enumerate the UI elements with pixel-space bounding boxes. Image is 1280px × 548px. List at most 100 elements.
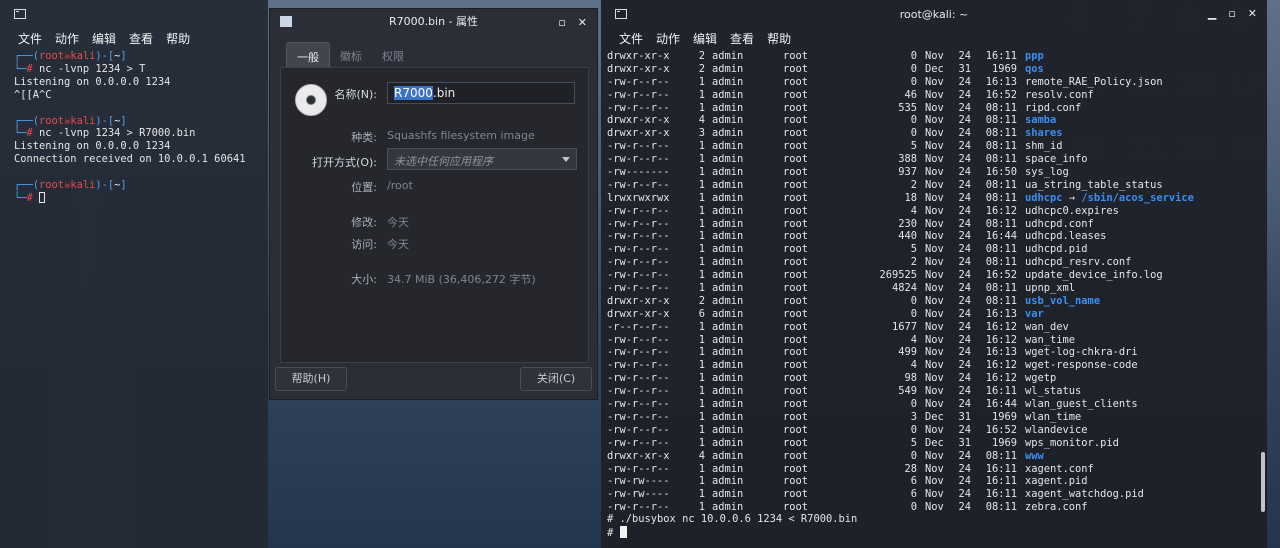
- file-group: root: [783, 307, 809, 320]
- file-owner: admin: [712, 62, 744, 75]
- file-links: 1: [698, 346, 705, 359]
- listing-row: drwxr-xr-x 4 admin root 0 Nov 24 08:11 samba: [607, 114, 1194, 127]
- file-links: 6: [698, 307, 705, 320]
- open-with-select[interactable]: 未选中任何应用程序: [387, 148, 577, 170]
- file-size: 5: [910, 140, 917, 153]
- file-links: 1: [698, 436, 705, 449]
- left-terminal-window[interactable]: 文件 动作 编辑 查看 帮助 ┌──(root☠kali)-[~] └─# nc…: [0, 0, 268, 548]
- file-time: 08:11: [985, 243, 1017, 256]
- file-group: root: [783, 101, 809, 114]
- file-owner: admin: [712, 114, 744, 127]
- dialog-titlebar[interactable]: R7000.bin - 属性 ▫ ✕: [270, 9, 597, 33]
- left-terminal-output[interactable]: ┌──(root☠kali)-[~] └─# nc -lvnp 1234 > T…: [14, 50, 245, 205]
- file-time: 16:13: [985, 307, 1017, 320]
- file-size: 18: [904, 191, 917, 204]
- file-links: 1: [698, 410, 705, 423]
- close-icon[interactable]: ✕: [1248, 7, 1257, 20]
- file-mon: Nov: [925, 127, 944, 140]
- file-name: wlan_guest_clients: [1025, 398, 1138, 411]
- file-links: 1: [698, 217, 705, 230]
- prompt-host: kali: [70, 114, 96, 127]
- right-terminal-window[interactable]: root@kali: ~ ▁ ▫ ✕ 文件 动作 编辑 查看 帮助 drwxr-…: [601, 0, 1267, 548]
- file-perm: -rw-r--r--: [607, 101, 670, 114]
- file-owner: admin: [712, 166, 744, 179]
- location-value: /root: [387, 179, 413, 192]
- listing-row: -rw-r--r-- 1 admin root 0 Nov 24 16:13 remote_RA…: [607, 76, 1194, 89]
- file-time: 08:11: [985, 256, 1017, 269]
- file-time: 16:12: [985, 359, 1017, 372]
- file-owner: admin: [712, 449, 744, 462]
- menu-view[interactable]: 查看: [129, 30, 153, 47]
- command-line-1: nc -lvnp 1234 > T: [39, 62, 146, 75]
- terminal-icon: [14, 9, 26, 19]
- properties-dialog[interactable]: R7000.bin - 属性 ▫ ✕ 一般 徽标 权限 名称(N): R7000…: [269, 8, 598, 400]
- file-links: 1: [698, 282, 705, 295]
- menu-help[interactable]: 帮助: [767, 30, 791, 47]
- file-name-cell: wget-log-chkra-dri: [1017, 346, 1138, 359]
- file-owner: admin: [712, 178, 744, 191]
- file-name: xagent.conf: [1025, 462, 1094, 475]
- minimize-icon[interactable]: ▁: [1208, 7, 1216, 20]
- file-owner: admin: [712, 191, 744, 204]
- file-mon: Nov: [925, 269, 944, 282]
- file-links: 1: [698, 475, 705, 488]
- menu-edit[interactable]: 编辑: [92, 30, 116, 47]
- menu-file[interactable]: 文件: [619, 30, 643, 47]
- file-perm: -rw-r--r--: [607, 140, 670, 153]
- menu-actions[interactable]: 动作: [656, 30, 680, 47]
- file-day: 24: [958, 114, 971, 127]
- file-day: 24: [958, 423, 971, 436]
- menu-file[interactable]: 文件: [18, 30, 42, 47]
- maximize-icon[interactable]: ▫: [558, 16, 565, 29]
- file-name: udhcpc0.expires: [1025, 204, 1119, 217]
- close-button[interactable]: 关闭(C): [520, 367, 592, 391]
- file-name: wlandevice: [1025, 423, 1088, 436]
- file-name-cell: www: [1017, 450, 1044, 463]
- file-links: 1: [698, 88, 705, 101]
- maximize-icon[interactable]: ▫: [1228, 7, 1235, 20]
- file-mon: Nov: [925, 333, 944, 346]
- prompt-user: root: [39, 179, 65, 192]
- listing-row: -rw-r--r-- 1 admin root 230 Nov 24 08:11 udhcpd.…: [607, 218, 1194, 231]
- file-links: 1: [698, 153, 705, 166]
- file-owner: admin: [712, 230, 744, 243]
- file-group: root: [783, 75, 809, 88]
- listing-row: -rw-r--r-- 1 admin root 4 Nov 24 16:12 wget-resp…: [607, 359, 1194, 372]
- file-mon: Nov: [925, 449, 944, 462]
- file-perm: drwxr-xr-x: [607, 449, 670, 462]
- file-mon: Nov: [925, 217, 944, 230]
- file-mon: Nov: [925, 191, 944, 204]
- menu-edit[interactable]: 编辑: [693, 30, 717, 47]
- menu-view[interactable]: 查看: [730, 30, 754, 47]
- file-day: 24: [958, 307, 971, 320]
- scrollbar[interactable]: [1261, 452, 1265, 512]
- right-terminal-titlebar[interactable]: root@kali: ~ ▁ ▫ ✕: [601, 0, 1267, 28]
- file-perm: -rw-r--r--: [607, 153, 670, 166]
- terminal-cursor: [39, 191, 46, 203]
- file-group: root: [783, 333, 809, 346]
- prompt-host: kali: [70, 50, 96, 62]
- file-size: 0: [910, 75, 917, 88]
- name-field[interactable]: R7000.bin: [387, 82, 575, 104]
- file-day: 24: [958, 488, 971, 501]
- file-mon: Nov: [925, 359, 944, 372]
- file-links: 1: [698, 230, 705, 243]
- file-owner: admin: [712, 423, 744, 436]
- file-perm: -rw-r--r--: [607, 269, 670, 282]
- file-owner: admin: [712, 346, 744, 359]
- file-perm: -rw-r--r--: [607, 333, 670, 346]
- file-group: root: [783, 475, 809, 488]
- file-size: 2: [910, 256, 917, 269]
- menu-actions[interactable]: 动作: [55, 30, 79, 47]
- file-size: 98: [904, 372, 917, 385]
- directory-listing[interactable]: drwxr-xr-x 2 admin root 0 Nov 24 16:11 ppp drwxr-…: [607, 50, 1194, 514]
- close-icon[interactable]: ✕: [578, 16, 587, 29]
- menu-help[interactable]: 帮助: [166, 30, 190, 47]
- command-area[interactable]: # ./busybox nc 10.0.0.6 1234 < R7000.bin…: [607, 513, 857, 540]
- file-day: 31: [958, 410, 971, 423]
- file-time: 16:13: [985, 75, 1017, 88]
- file-owner: admin: [712, 475, 744, 488]
- file-owner: admin: [712, 372, 744, 385]
- help-button[interactable]: 帮助(H): [275, 367, 347, 391]
- left-terminal-titlebar[interactable]: [0, 0, 268, 28]
